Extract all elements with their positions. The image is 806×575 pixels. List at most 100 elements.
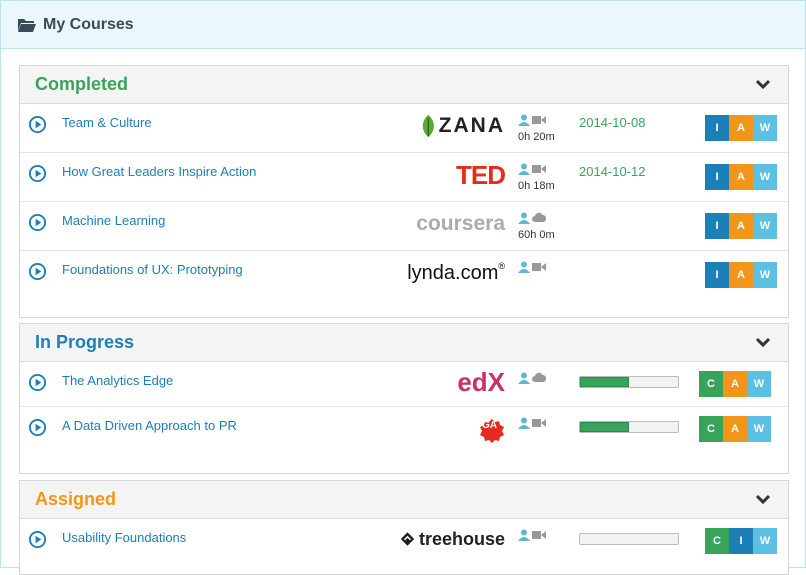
video-icon xyxy=(532,531,546,539)
provider-logo-ga: GA xyxy=(475,413,505,449)
section-completed: Completed Team & Culture ZANA 0h 20m 201… xyxy=(19,65,789,318)
section-completed-header[interactable]: Completed xyxy=(20,66,788,104)
provider-logo-edx: edX xyxy=(420,364,505,400)
provider-logo-zana: ZANA xyxy=(420,108,505,144)
badge-w[interactable]: W xyxy=(753,528,777,554)
registered-mark: ® xyxy=(498,261,505,271)
course-name-link[interactable]: Machine Learning xyxy=(62,213,165,228)
provider-name: coursera xyxy=(416,212,505,235)
progress-bar xyxy=(579,421,679,433)
badge-i[interactable]: I xyxy=(705,164,729,190)
treehouse-logo-icon xyxy=(400,532,415,546)
badge-c[interactable]: C xyxy=(705,528,729,554)
course-row: How Great Leaders Inspire Action TED 0h … xyxy=(20,153,788,202)
badge-i[interactable]: I xyxy=(729,528,753,554)
cloud-icon xyxy=(532,212,546,222)
status-badges: I A W xyxy=(705,164,777,190)
play-icon[interactable] xyxy=(28,164,47,183)
course-duration: 0h 20m xyxy=(518,131,555,143)
panel-header: My Courses xyxy=(1,1,805,49)
video-icon xyxy=(532,165,546,173)
badge-a[interactable]: A xyxy=(729,115,753,141)
status-badges: C I W xyxy=(705,528,777,554)
progress-fill xyxy=(580,422,629,432)
course-duration: 0h 18m xyxy=(518,180,555,192)
section-assigned-header[interactable]: Assigned xyxy=(20,481,788,519)
course-name-link[interactable]: Team & Culture xyxy=(62,115,152,130)
badge-c[interactable]: C xyxy=(699,371,723,397)
course-row: The Analytics Edge edX C A W xyxy=(20,362,788,407)
person-icon xyxy=(518,163,530,175)
play-icon[interactable] xyxy=(28,418,47,437)
course-name-link[interactable]: Usability Foundations xyxy=(62,530,186,545)
chevron-down-icon[interactable] xyxy=(756,79,770,89)
badge-a[interactable]: A xyxy=(723,416,747,442)
video-icon xyxy=(532,116,546,124)
badge-w[interactable]: W xyxy=(753,115,777,141)
person-icon xyxy=(518,372,530,384)
section-in-progress-header[interactable]: In Progress xyxy=(20,324,788,362)
folder-open-icon xyxy=(18,18,36,32)
chevron-down-icon[interactable] xyxy=(756,337,770,347)
badge-a[interactable]: A xyxy=(729,164,753,190)
cloud-icon xyxy=(532,372,546,382)
play-icon[interactable] xyxy=(28,262,47,281)
status-badges: I A W xyxy=(705,213,777,239)
course-name-link[interactable]: How Great Leaders Inspire Action xyxy=(62,164,256,179)
badge-a[interactable]: A xyxy=(729,213,753,239)
section-in-progress: In Progress The Analytics Edge edX C A W xyxy=(19,323,789,474)
section-title-in-progress: In Progress xyxy=(35,332,135,352)
course-row: Machine Learning coursera 60h 0m I A W xyxy=(20,202,788,251)
badge-w[interactable]: W xyxy=(747,416,771,442)
badge-i[interactable]: I xyxy=(705,115,729,141)
status-badges: C A W xyxy=(699,371,771,397)
my-courses-panel: My Courses Completed Team & Culture ZANA… xyxy=(0,0,806,575)
provider-logo-treehouse: treehouse xyxy=(400,521,505,557)
zana-leaf-icon xyxy=(422,114,434,138)
play-icon[interactable] xyxy=(28,373,47,392)
provider-name: lynda.com xyxy=(407,261,499,284)
badge-w[interactable]: W xyxy=(753,164,777,190)
course-duration: 60h 0m xyxy=(518,229,555,241)
course-row: Team & Culture ZANA 0h 20m 2014-10-08 I … xyxy=(20,104,788,153)
course-name-link[interactable]: The Analytics Edge xyxy=(62,373,173,388)
person-icon xyxy=(518,114,530,126)
section-title-assigned: Assigned xyxy=(35,489,117,509)
play-icon[interactable] xyxy=(28,115,47,134)
provider-name: treehouse xyxy=(418,528,505,549)
panel-title: My Courses xyxy=(43,15,134,33)
play-icon[interactable] xyxy=(28,530,47,549)
badge-w[interactable]: W xyxy=(747,371,771,397)
section-assigned: Assigned Usability Foundations treehouse… xyxy=(19,480,789,575)
course-row: Foundations of UX: Prototyping lynda.com… xyxy=(20,251,788,300)
badge-a[interactable]: A xyxy=(723,371,747,397)
status-badges: I A W xyxy=(705,262,777,288)
play-icon[interactable] xyxy=(28,213,47,232)
badge-a[interactable]: A xyxy=(729,262,753,288)
badge-i[interactable]: I xyxy=(705,213,729,239)
status-badges: C A W xyxy=(699,416,771,442)
video-icon xyxy=(532,263,546,271)
course-name-link[interactable]: A Data Driven Approach to PR xyxy=(62,418,237,433)
status-badges: I A W xyxy=(705,115,777,141)
badge-i[interactable]: I xyxy=(705,262,729,288)
progress-fill xyxy=(580,377,629,387)
badge-w[interactable]: W xyxy=(753,213,777,239)
provider-name: ZANA xyxy=(438,114,505,137)
person-icon xyxy=(518,212,530,224)
provider-logo-lynda: lynda.com ® xyxy=(400,255,505,291)
video-icon xyxy=(532,419,546,427)
chevron-down-icon[interactable] xyxy=(756,494,770,504)
completion-date: 2014-10-12 xyxy=(579,164,646,179)
person-icon xyxy=(518,261,530,273)
provider-name: edX xyxy=(457,366,505,397)
course-row: Usability Foundations treehouse C I W xyxy=(20,519,788,564)
provider-name: TED xyxy=(456,159,506,190)
badge-w[interactable]: W xyxy=(753,262,777,288)
provider-logo-coursera: coursera xyxy=(400,206,505,242)
course-name-link[interactable]: Foundations of UX: Prototyping xyxy=(62,262,243,277)
course-row: A Data Driven Approach to PR GA C A W xyxy=(20,407,788,452)
completion-date: 2014-10-08 xyxy=(579,115,646,130)
badge-c[interactable]: C xyxy=(699,416,723,442)
person-icon xyxy=(518,529,530,541)
